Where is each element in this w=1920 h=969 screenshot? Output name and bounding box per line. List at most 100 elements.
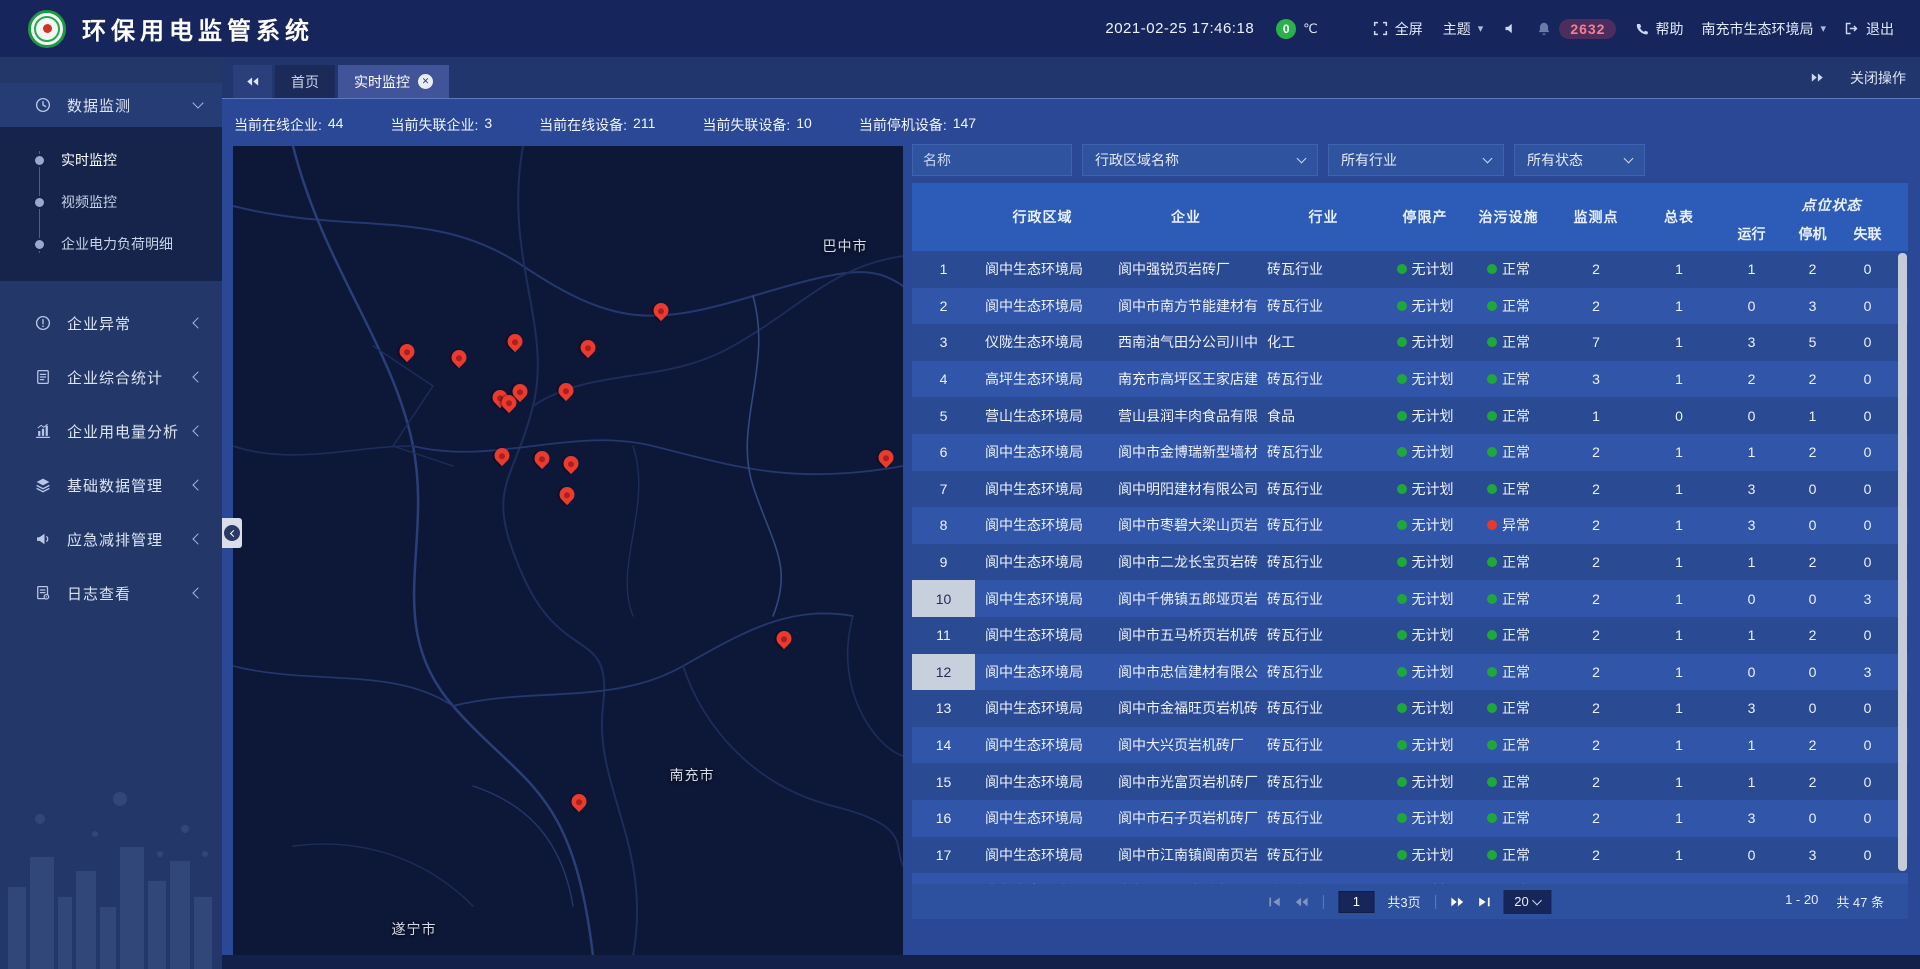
tabs-scroll-left-button[interactable] <box>233 65 272 98</box>
speaker-icon <box>1503 21 1518 36</box>
next-page-button[interactable] <box>1451 896 1465 908</box>
map-city-label: 遂宁市 <box>392 919 437 939</box>
cell-run-count: 3 <box>1718 517 1785 533</box>
table-row[interactable]: 9阆中生态环境局阆中市二龙长宝页岩砖砖瓦行业无计划正常21120 <box>912 544 1908 581</box>
mute-button[interactable] <box>1503 21 1518 36</box>
table-row[interactable]: 15阆中生态环境局阆中市光富页岩机砖厂砖瓦行业无计划正常21120 <box>912 763 1908 800</box>
map-panel[interactable]: 巴中市南充市遂宁市 <box>233 146 903 956</box>
theme-dropdown[interactable]: 主题 ▾ <box>1443 19 1484 39</box>
sidebar-subitem[interactable]: 企业电力负荷明细 <box>0 223 222 265</box>
fullscreen-icon <box>1373 21 1388 36</box>
table-row[interactable]: 1阆中生态环境局阆中强锐页岩砖厂砖瓦行业无计划正常21120 <box>912 251 1908 288</box>
last-page-button[interactable] <box>1478 896 1491 908</box>
table-row[interactable]: 8阆中生态环境局阆中市枣碧大梁山页岩砖瓦行业无计划异常21300 <box>912 507 1908 544</box>
cell-monitor-count: 2 <box>1552 591 1640 607</box>
page-size-select[interactable]: 20 <box>1504 890 1552 914</box>
fullscreen-button[interactable]: 全屏 <box>1373 19 1423 39</box>
table-row[interactable]: 3仪陇生态环境局西南油气田分公司川中化工无计划正常71350 <box>912 324 1908 361</box>
sidebar-item-7[interactable]: 日志查看 <box>0 566 222 620</box>
cell-industry: 食品 <box>1262 406 1385 426</box>
col-header-total: 总表 <box>1640 207 1718 227</box>
temperature-indicator: 0 ℃ <box>1276 19 1318 39</box>
table-row[interactable]: 7阆中生态环境局阆中明阳建材有限公司砖瓦行业无计划正常21300 <box>912 471 1908 508</box>
table-row[interactable]: 10阆中生态环境局阆中千佛镇五郎垭页岩砖瓦行业无计划正常21003 <box>912 580 1908 617</box>
prev-page-button[interactable] <box>1294 896 1308 908</box>
table-row[interactable]: 6阆中生态环境局阆中市金博瑞新型墙材砖瓦行业无计划正常21120 <box>912 434 1908 471</box>
status-label: 当前失联企业: <box>390 115 478 135</box>
cell-total-meter: 1 <box>1640 810 1718 826</box>
megaphone-icon <box>33 530 53 548</box>
cell-lost-count: 0 <box>1840 554 1895 570</box>
tab-realtime-monitor[interactable]: 实时监控 ✕ <box>338 65 449 98</box>
sidebar-item-4[interactable]: 企业用电量分析 <box>0 404 222 458</box>
cell-plan: 无计划 <box>1385 808 1465 828</box>
table-row[interactable]: 11阆中生态环境局阆中市五马桥页岩机砖砖瓦行业无计划正常21120 <box>912 617 1908 654</box>
cell-region: 阆中生态环境局 <box>975 808 1110 828</box>
table-row[interactable]: 4高坪生态环境局南充市高坪区王家店建砖瓦行业无计划正常31220 <box>912 361 1908 398</box>
cell-company: 阆中千佛镇五郎垭页岩 <box>1110 589 1262 609</box>
sidebar-item-label: 数据监测 <box>67 95 180 116</box>
cell-facility: 正常 <box>1465 259 1552 279</box>
status-dot-icon <box>1397 301 1407 311</box>
sidebar-item-6[interactable]: 应急减排管理 <box>0 512 222 566</box>
cell-stop-count: 0 <box>1785 517 1840 533</box>
table-row[interactable]: 2阆中生态环境局阆中市南方节能建材有砖瓦行业无计划正常21030 <box>912 288 1908 325</box>
sidebar-submenu: 实时监控视频监控企业电力负荷明细 <box>0 127 222 281</box>
help-button[interactable]: 帮助 <box>1634 19 1683 39</box>
status-item: 当前停机设备:147 <box>859 115 976 135</box>
page-number-input[interactable] <box>1338 891 1374 913</box>
sidebar-item-2[interactable]: 企业异常 <box>0 296 222 350</box>
name-filter-input[interactable] <box>912 144 1072 176</box>
cell-total-meter: 1 <box>1640 700 1718 716</box>
cell-total-meter: 1 <box>1640 444 1718 460</box>
table-scrollbar[interactable] <box>1898 253 1907 871</box>
sidebar-item-1[interactable]: 数据监测 <box>0 83 222 127</box>
sidebar-collapse-button[interactable] <box>222 518 242 548</box>
status-dot-icon <box>1397 264 1407 274</box>
sidebar-subitem[interactable]: 视频监控 <box>0 181 222 223</box>
status-dot-icon <box>1487 777 1497 787</box>
org-dropdown[interactable]: 南充市生态环境局 ▾ <box>1701 19 1826 39</box>
tabs-scroll-right-button[interactable] <box>1811 72 1824 83</box>
table-row[interactable]: 16阆中生态环境局阆中市石子页岩机砖厂砖瓦行业无计划正常21300 <box>912 800 1908 837</box>
bullet-icon <box>35 198 44 207</box>
tab-close-icon[interactable]: ✕ <box>418 74 433 89</box>
notifications-button[interactable]: 2632 <box>1536 19 1616 39</box>
cell-run-count: 0 <box>1718 408 1785 424</box>
sidebar-item-5[interactable]: 基础数据管理 <box>0 458 222 512</box>
col-header-stop: 停机 <box>1785 224 1840 244</box>
region-filter-select[interactable]: 行政区域名称 <box>1082 144 1318 176</box>
sidebar-item-label: 基础数据管理 <box>67 475 180 496</box>
status-dot-icon <box>1397 594 1407 604</box>
tab-home[interactable]: 首页 <box>275 65 335 98</box>
cell-lost-count: 0 <box>1840 444 1895 460</box>
table-row[interactable]: 13阆中生态环境局阆中市金福旺页岩机砖砖瓦行业无计划正常21300 <box>912 690 1908 727</box>
table-row[interactable]: 18南部生态环境局南部县双佛土砖有限公砖瓦行业无计划正常21020 <box>912 873 1908 884</box>
chevron-down-icon: ▾ <box>1478 22 1484 35</box>
sidebar-subitem[interactable]: 实时监控 <box>0 139 222 181</box>
cell-monitor-count: 3 <box>1552 371 1640 387</box>
sidebar-item-3[interactable]: 企业综合统计 <box>0 350 222 404</box>
status-value: 211 <box>633 115 655 135</box>
status-filter-select[interactable]: 所有状态 <box>1514 144 1645 176</box>
table-row[interactable]: 5营山生态环境局营山县润丰肉食品有限食品无计划正常10010 <box>912 397 1908 434</box>
status-dot-icon <box>1487 264 1497 274</box>
status-value: 147 <box>953 115 976 135</box>
table-row[interactable]: 12阆中生态环境局阆中市忠信建材有限公砖瓦行业无计划正常21003 <box>912 654 1908 691</box>
table-row[interactable]: 14阆中生态环境局阆中大兴页岩机砖厂砖瓦行业无计划正常21120 <box>912 727 1908 764</box>
cell-run-count: 0 <box>1718 591 1785 607</box>
page-size-value: 20 <box>1514 894 1528 909</box>
record-range-label: 1 - 20 <box>1785 892 1818 911</box>
sidebar-item-label: 企业用电量分析 <box>67 421 180 442</box>
status-item: 当前失联设备:10 <box>702 115 811 135</box>
industry-filter-select[interactable]: 所有行业 <box>1328 144 1504 176</box>
status-filter-value: 所有状态 <box>1527 150 1583 170</box>
close-operations-button[interactable]: 关闭操作 <box>1850 68 1906 88</box>
logout-button[interactable]: 退出 <box>1844 19 1894 39</box>
cell-facility: 正常 <box>1465 625 1552 645</box>
top-header-bar: 环保用电监管系统 2021-02-25 17:46:18 0 ℃ 全屏 主题 ▾ <box>0 0 1920 57</box>
cell-total-meter: 1 <box>1640 298 1718 314</box>
first-page-button[interactable] <box>1268 896 1281 908</box>
cell-facility: 正常 <box>1465 479 1552 499</box>
table-row[interactable]: 17阆中生态环境局阆中市江南镇阆南页岩砖瓦行业无计划正常21030 <box>912 837 1908 874</box>
